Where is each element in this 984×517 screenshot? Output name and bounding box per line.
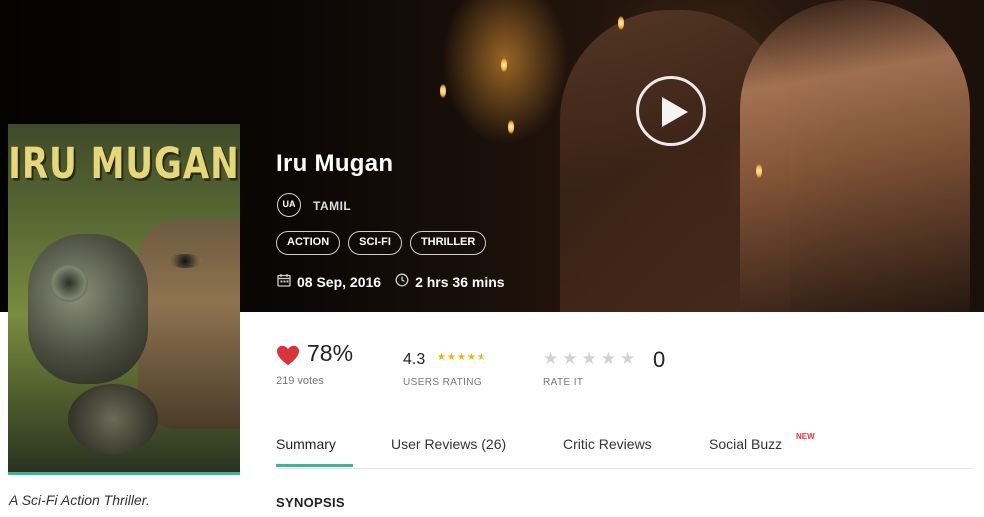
- movie-language: TAMIL: [313, 199, 352, 213]
- play-trailer-button[interactable]: [636, 76, 706, 146]
- rate-star-2[interactable]: ★: [562, 349, 577, 369]
- rate-star-1[interactable]: ★: [543, 349, 558, 369]
- star-icon: ★: [466, 352, 477, 363]
- star-icon: ★: [446, 352, 457, 363]
- users-rating-label: USERS RATING: [403, 377, 483, 388]
- rate-star-3[interactable]: ★: [582, 349, 597, 369]
- poster-filter-art: [68, 384, 158, 454]
- heart-icon[interactable]: [276, 345, 300, 371]
- poster-eye-art: [168, 254, 202, 268]
- genre-thriller[interactable]: THRILLER: [409, 231, 487, 255]
- star-icon: ★: [437, 352, 447, 363]
- movie-title: Iru Mugan: [276, 150, 394, 177]
- genre-action[interactable]: ACTION: [276, 231, 341, 255]
- tab-critic-reviews[interactable]: Critic Reviews: [563, 436, 652, 452]
- movie-duration: 2 hrs 36 mins: [415, 273, 505, 290]
- candle-light: [618, 16, 624, 30]
- certificate-badge: UA: [277, 193, 301, 217]
- movie-poster[interactable]: IRU MUGAN: [8, 124, 240, 475]
- new-badge: NEW: [796, 432, 815, 441]
- like-percentage: 78%: [307, 340, 354, 366]
- movie-tagline: A Sci-Fi Action Thriller.: [9, 492, 150, 508]
- users-rating-stars: ★★★★★: [437, 352, 487, 363]
- vote-count: 219 votes: [276, 375, 324, 387]
- detail-tabs: Summary User Reviews (26) Critic Reviews…: [276, 430, 973, 469]
- poster-gas-mask-art: [28, 234, 148, 384]
- candle-light: [440, 84, 446, 98]
- rate-star-4[interactable]: ★: [601, 349, 616, 369]
- clock-icon: [395, 273, 409, 290]
- synopsis-heading: SYNOPSIS: [276, 495, 345, 510]
- active-tab-indicator: [276, 464, 353, 467]
- star-icon: ★: [456, 352, 467, 363]
- genre-list: ACTION SCI-FI THRILLER: [276, 231, 487, 255]
- rate-it-count: 0: [653, 347, 666, 372]
- candle-light: [508, 120, 514, 134]
- tab-user-reviews[interactable]: User Reviews (26): [391, 436, 506, 452]
- rate-it-stars: ★ ★ ★ ★ ★: [543, 349, 635, 369]
- poster-mask-lens-art: [50, 264, 88, 302]
- candle-light: [756, 164, 762, 178]
- genre-sci-fi[interactable]: SCI-FI: [348, 231, 402, 255]
- tab-social-buzz[interactable]: Social Buzz: [709, 436, 782, 452]
- hero-figure-woman: [740, 0, 970, 312]
- release-date: 08 Sep, 2016: [297, 273, 382, 290]
- poster-face-art: [138, 219, 240, 429]
- star-icon: ★: [476, 352, 487, 363]
- rate-star-5[interactable]: ★: [620, 349, 635, 369]
- candle-light: [501, 58, 507, 72]
- play-icon: [662, 97, 688, 127]
- calendar-icon: [277, 273, 291, 290]
- poster-title: IRU MUGAN: [8, 139, 240, 189]
- users-rating-value: 4.3: [403, 351, 426, 368]
- tab-summary[interactable]: Summary: [276, 436, 336, 452]
- release-meta: 08 Sep, 2016 2 hrs 36 mins: [277, 273, 505, 290]
- rate-it-label: RATE IT: [543, 377, 584, 388]
